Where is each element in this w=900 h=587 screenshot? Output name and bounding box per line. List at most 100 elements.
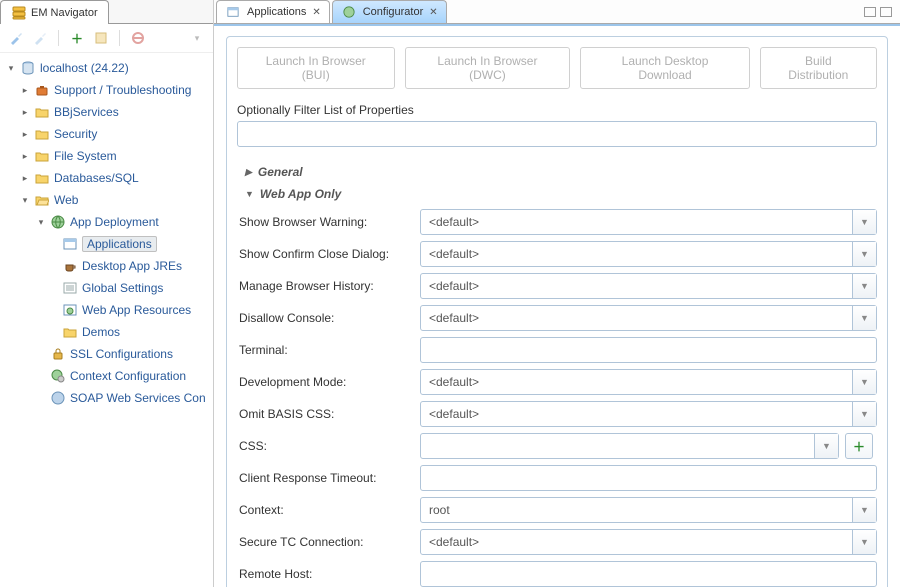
collapse-icon[interactable]: ▾ (20, 195, 30, 206)
chevron-down-icon[interactable]: ▼ (852, 210, 876, 234)
label-manage-history: Manage Browser History: (239, 279, 414, 293)
filter-input[interactable] (237, 121, 877, 147)
add-css-button[interactable]: ＋ (845, 433, 873, 459)
input-client-timeout[interactable] (420, 465, 877, 491)
expand-icon[interactable]: ▸ (20, 85, 30, 96)
combo-show-browser-warning[interactable]: <default>▼ (420, 209, 877, 235)
expand-icon[interactable]: ▶ (245, 167, 252, 178)
chevron-down-icon[interactable]: ▼ (852, 242, 876, 266)
tree-item-ssl[interactable]: SSL Configurations (36, 343, 213, 365)
window-icon (62, 236, 78, 252)
tab-applications[interactable]: Applications ✕ (216, 0, 330, 23)
tree-item-web[interactable]: ▾ Web (20, 189, 213, 211)
maximize-icon[interactable] (880, 7, 892, 17)
combo-css[interactable]: ▼ (420, 433, 839, 459)
tree-label: Context Configuration (70, 369, 186, 383)
tree-item-bbjservices[interactable]: ▸ BBjServices (20, 101, 213, 123)
brush2-icon[interactable] (32, 30, 48, 46)
tree-item-context-config[interactable]: Context Configuration (36, 365, 213, 387)
section-web-app-only[interactable]: ▼ Web App Only (245, 187, 877, 201)
combo-show-confirm-close[interactable]: <default>▼ (420, 241, 877, 267)
sidebar-tab-em-navigator[interactable]: EM Navigator (0, 0, 109, 24)
tree-item-support[interactable]: ▸ Support / Troubleshooting (20, 79, 213, 101)
tree-item-databases[interactable]: ▸ Databases/SQL (20, 167, 213, 189)
chevron-down-icon[interactable]: ▼ (852, 274, 876, 298)
add-icon[interactable]: ＋ (69, 30, 85, 46)
collapse-icon[interactable]: ▾ (6, 63, 16, 74)
combo-dev-mode[interactable]: <default>▼ (420, 369, 877, 395)
input-remote-host[interactable] (420, 561, 877, 587)
expand-icon[interactable]: ▸ (20, 173, 30, 184)
collapse-icon[interactable]: ▾ (36, 217, 46, 228)
plus-icon: ＋ (853, 438, 865, 455)
brush-icon[interactable] (8, 30, 24, 46)
tree-item-desktop-jres[interactable]: Desktop App JREs (62, 255, 213, 277)
menu-chevron-icon[interactable]: ▾ (189, 30, 205, 46)
chevron-down-icon[interactable]: ▼ (814, 434, 838, 458)
tree-label: Global Settings (82, 281, 163, 295)
globe-icon (341, 4, 357, 20)
tree-item-applications[interactable]: Applications (62, 233, 213, 255)
tree-item-security[interactable]: ▸ Security (20, 123, 213, 145)
close-icon[interactable]: ✕ (312, 7, 320, 18)
combo-disallow-console[interactable]: <default>▼ (420, 305, 877, 331)
coffee-icon (62, 258, 78, 274)
chevron-down-icon[interactable]: ▼ (852, 498, 876, 522)
toolbar-separator (119, 30, 120, 46)
label-client-timeout: Client Response Timeout: (239, 471, 414, 485)
tree-label: Desktop App JREs (82, 259, 182, 273)
tree-item-app-deployment[interactable]: ▾ App Deployment (36, 211, 213, 233)
stop-icon[interactable] (130, 30, 146, 46)
sidebar: EM Navigator ＋ ▾ ▾ localhost (24.22) ▸ (0, 0, 214, 587)
expand-icon[interactable]: ▸ (20, 107, 30, 118)
expand-icon[interactable]: ▸ (20, 151, 30, 162)
label-remote-host: Remote Host: (239, 567, 414, 581)
chevron-down-icon[interactable]: ▼ (852, 530, 876, 554)
tree-label: Web (54, 193, 78, 207)
label-dev-mode: Development Mode: (239, 375, 414, 389)
launch-dwc-button[interactable]: Launch In Browser (DWC) (405, 47, 571, 89)
combo-manage-history[interactable]: <default>▼ (420, 273, 877, 299)
collapse-icon[interactable]: ▼ (245, 189, 254, 199)
build-distribution-button[interactable]: Build Distribution (760, 47, 877, 89)
combo-context[interactable]: root▼ (420, 497, 877, 523)
tree-label: localhost (24.22) (40, 61, 129, 75)
edit-icon[interactable] (93, 30, 109, 46)
combo-value: <default> (421, 375, 852, 389)
label-show-confirm-close: Show Confirm Close Dialog: (239, 247, 414, 261)
tree-item-web-resources[interactable]: Web App Resources (62, 299, 213, 321)
tree-item-demos[interactable]: Demos (62, 321, 213, 343)
combo-omit-css[interactable]: <default>▼ (420, 401, 877, 427)
tree-label: Support / Troubleshooting (54, 83, 191, 97)
section-general[interactable]: ▶ General (245, 165, 877, 179)
tab-configurator[interactable]: Configurator ✕ (332, 0, 447, 23)
tab-label: Configurator (363, 6, 424, 18)
launch-bui-button[interactable]: Launch In Browser (BUI) (237, 47, 395, 89)
tree-root-localhost[interactable]: ▾ localhost (24.22) (6, 57, 213, 79)
server-stack-icon (11, 5, 27, 21)
tree-label: Security (54, 127, 97, 141)
input-terminal[interactable] (420, 337, 877, 363)
chevron-down-icon[interactable]: ▼ (852, 370, 876, 394)
combo-secure-tc[interactable]: <default>▼ (420, 529, 877, 555)
web-resource-icon (62, 302, 78, 318)
folder-icon (34, 148, 50, 164)
toolbar-separator (58, 30, 59, 46)
chevron-down-icon[interactable]: ▼ (852, 306, 876, 330)
tree-item-filesystem[interactable]: ▸ File System (20, 145, 213, 167)
tree-item-global-settings[interactable]: Global Settings (62, 277, 213, 299)
config-panel: Launch In Browser (BUI) Launch In Browse… (226, 36, 888, 587)
close-icon[interactable]: ✕ (429, 7, 437, 18)
chevron-down-icon[interactable]: ▼ (852, 402, 876, 426)
label-show-browser-warning: Show Browser Warning: (239, 215, 414, 229)
folder-icon (34, 104, 50, 120)
folder-open-icon (34, 192, 50, 208)
soap-icon (50, 390, 66, 406)
tree-item-soap[interactable]: SOAP Web Services Con (36, 387, 213, 409)
minimize-icon[interactable] (864, 7, 876, 17)
filter-label: Optionally Filter List of Properties (237, 103, 877, 117)
combo-value: <default> (421, 215, 852, 229)
tree-label: File System (54, 149, 117, 163)
expand-icon[interactable]: ▸ (20, 129, 30, 140)
launch-download-button[interactable]: Launch Desktop Download (580, 47, 749, 89)
